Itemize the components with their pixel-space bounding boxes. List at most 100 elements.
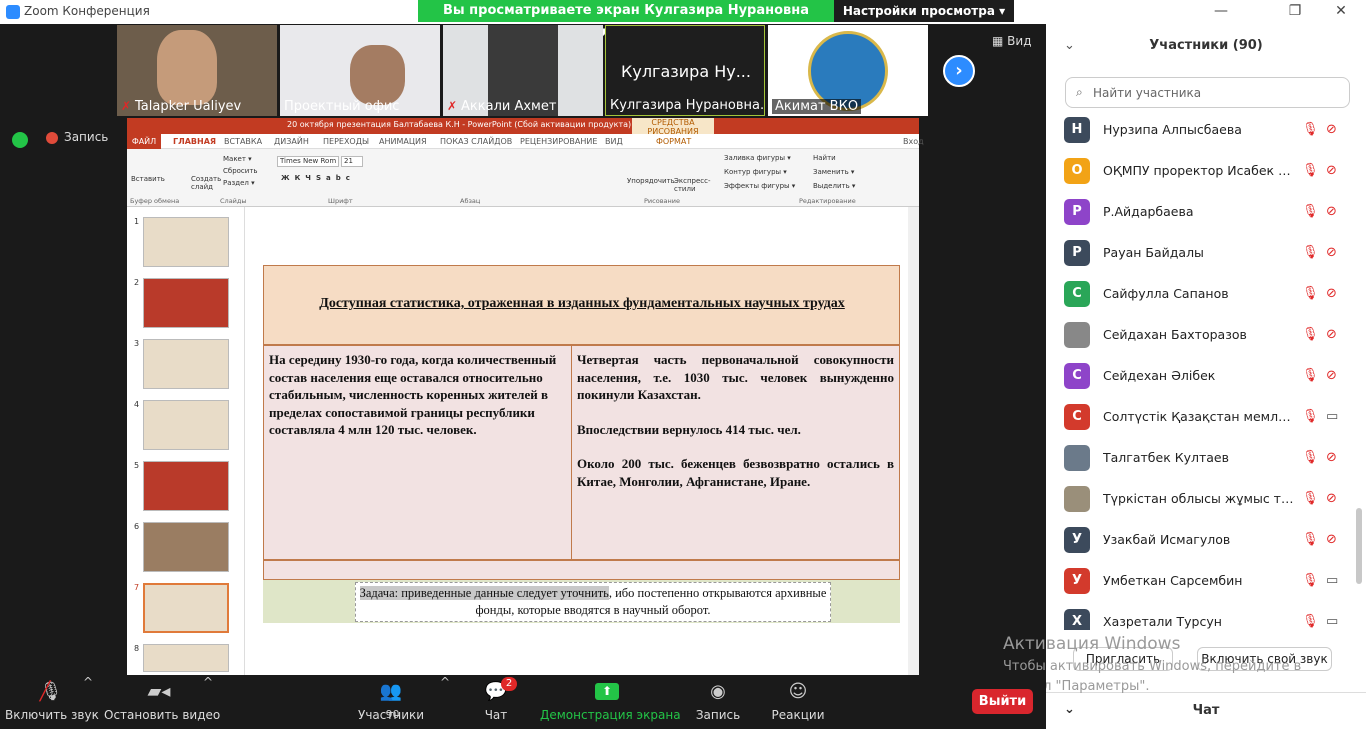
right-cell-para-1: Четвертая часть первоначальной совокупно…	[577, 352, 894, 402]
tab-insert: ВСТАВКА	[224, 137, 263, 146]
mic-muted-icon: 🎙	[1302, 327, 1319, 342]
participants-button[interactable]: 👥90 Участники	[358, 675, 424, 729]
slide-number: 6	[134, 522, 140, 531]
participants-caret-icon[interactable]: ^	[437, 669, 453, 723]
ppt-ribbon: Вставить Создать слайд Макет ▾ Сбросить …	[127, 149, 919, 207]
view-label: Вид	[1007, 34, 1032, 48]
camera-off-icon: ⊘	[1326, 368, 1337, 383]
view-settings-button[interactable]: Настройки просмотра ▾	[834, 0, 1014, 22]
avatar	[1064, 322, 1090, 348]
next-page-arrow-icon[interactable]: ›	[943, 55, 975, 87]
participant-name: Түркістан облысы жұмыс тобы	[1103, 491, 1298, 506]
chat-button[interactable]: 💬 2 Чат	[476, 675, 517, 729]
participant-name: Аккали Ахмет	[461, 99, 557, 114]
participant-row[interactable]: С Сейдехан Әлібек 🎙 ⊘	[1046, 356, 1356, 397]
slide-number: 8	[134, 644, 140, 653]
mic-muted-icon: 🎙	[1302, 286, 1319, 301]
slide-title-block: Доступная статистика, отраженная в издан…	[263, 265, 900, 345]
slide-scrollbar	[908, 207, 919, 675]
login-link: Вход	[903, 137, 924, 146]
chat-section-header[interactable]: ⌄ Чат	[1046, 692, 1366, 729]
group-drawing: Рисование	[644, 197, 680, 205]
maximize-icon[interactable]: ❐	[1281, 2, 1309, 22]
participant-row[interactable]: С Солтүстік Қазақстан мемлекет... 🎙 ▭	[1046, 397, 1356, 438]
avatar: У	[1064, 527, 1090, 553]
shape-fill-label: Заливка фигуры ▾	[724, 154, 791, 162]
video-thumb-4-active[interactable]: Кулгазира Ну... Кулгазира Нурановна...	[605, 25, 765, 116]
slide-thumb-2	[143, 278, 229, 328]
participant-row[interactable]: У Узакбай Исмагулов 🎙 ⊘	[1046, 520, 1356, 561]
participant-row[interactable]: Р Р.Айдарбаева 🎙 ⊘	[1046, 192, 1356, 233]
camera-icon: ▭	[1326, 409, 1339, 424]
stop-video-button[interactable]: ▰◂ Остановить видео	[104, 675, 221, 729]
mic-muted-icon: 🎙	[1302, 368, 1319, 383]
participants-label: Участники	[358, 708, 425, 722]
participant-search-input[interactable]: ⌕ Найти участника	[1065, 77, 1350, 108]
video-thumb-3[interactable]: ✗ Аккали Ахмет	[443, 25, 603, 116]
close-icon[interactable]: ✕	[1327, 2, 1355, 22]
camera-off-icon: ⊘	[1326, 163, 1337, 178]
reactions-button[interactable]: ☺ Реакции	[768, 675, 828, 729]
record-button[interactable]: ◉ Запись	[693, 675, 743, 729]
quick-styles-label: Экспресс-стили	[674, 177, 711, 193]
mic-muted-icon: ✗	[447, 99, 458, 113]
shape-effects-label: Эффекты фигуры ▾	[724, 182, 796, 190]
record-icon: ◉	[710, 681, 726, 702]
participant-name: Солтүстік Қазақстан мемлекет...	[1103, 409, 1298, 424]
ppt-ribbon-tabs: ФАЙЛ ГЛАВНАЯ ВСТАВКА ДИЗАЙН ПЕРЕХОДЫ АНИ…	[127, 134, 924, 149]
leave-meeting-button[interactable]: Выйти	[972, 689, 1033, 714]
slide-task-textbox: Задача: приведенные данные следует уточн…	[355, 582, 831, 622]
activation-line-1: Чтобы активировать Windows, перейдите в	[1003, 659, 1302, 674]
tab-slideshow: ПОКАЗ СЛАЙДОВ	[440, 137, 513, 146]
zoom-logo-icon	[6, 5, 20, 19]
video-thumb-1[interactable]: ✗ Talapker Ualiyev	[117, 25, 277, 116]
share-screen-button[interactable]: ⬆ Демонстрация экрана	[540, 675, 681, 729]
participant-name: Талгатбек Култаев	[1103, 450, 1229, 465]
section-label: Раздел ▾	[223, 179, 255, 187]
mic-muted-icon: 🎙	[1302, 204, 1319, 219]
slide-thumb-8	[143, 644, 229, 672]
video-label: Остановить видео	[104, 708, 221, 722]
participant-list-scrollbar[interactable]	[1356, 508, 1362, 584]
minimize-icon[interactable]: —	[1207, 2, 1235, 22]
video-thumb-2[interactable]: Проектный офис	[280, 25, 440, 116]
mic-muted-icon: 🎙	[1302, 532, 1319, 547]
meeting-toolbar: 🎙 ╱ Включить звук ^ ▰◂ Остановить видео ^…	[0, 675, 1046, 729]
tab-review: РЕЦЕНЗИРОВАНИЕ	[520, 137, 598, 146]
participant-row[interactable]: Н Нурзипа Алпысбаева 🎙 ⊘	[1046, 110, 1356, 151]
participant-row[interactable]: Түркістан облысы жұмыс тобы 🎙 ⊘	[1046, 479, 1356, 520]
view-button[interactable]: ▦ Вид	[992, 34, 1031, 48]
participants-panel: ⌄ Участники (90) ⌕ Найти участника Н Нурз…	[1046, 24, 1366, 729]
activation-line-2: раздел "Параметры".	[1003, 679, 1150, 694]
recording-indicator[interactable]: Запись	[8, 130, 108, 144]
participant-row[interactable]: Р Рауан Байдалы 🎙 ⊘	[1046, 233, 1356, 274]
audio-options-caret-icon[interactable]: ^	[80, 669, 96, 723]
participant-row[interactable]: Талгатбек Култаев 🎙 ⊘	[1046, 438, 1356, 479]
right-cell-para-2: Впоследствии вернулось 414 тыс. чел.	[577, 421, 801, 437]
record-button-label: Запись	[695, 708, 741, 722]
avatar: С	[1064, 404, 1090, 430]
slide-thumbnails-pane: 1 2 3 4 5 6 7 8	[127, 207, 245, 675]
slide-number: 4	[134, 400, 140, 409]
tab-home: ГЛАВНАЯ	[173, 137, 217, 146]
slide-title: Доступная статистика, отраженная в издан…	[319, 296, 845, 311]
slide-left-cell: На середину 1930-го года, когда количест…	[263, 345, 572, 560]
tab-format: ФОРМАТ	[656, 137, 692, 146]
participant-row[interactable]: О ОҚМПУ проректор Исабек Бар... 🎙 ⊘	[1046, 151, 1356, 192]
mic-muted-icon: ✗	[121, 99, 132, 113]
participant-row[interactable]: Сейдахан Бахторазов 🎙 ⊘	[1046, 315, 1356, 356]
participants-title: Участники (90)	[1149, 38, 1263, 53]
slide-thumb-3	[143, 339, 229, 389]
participant-row[interactable]: С Сайфулла Сапанов 🎙 ⊘	[1046, 274, 1356, 315]
video-thumb-5[interactable]: Акимат ВКО	[768, 25, 928, 116]
video-options-caret-icon[interactable]: ^	[200, 669, 216, 723]
slide-number: 7	[134, 583, 140, 592]
tab-file: ФАЙЛ	[127, 134, 161, 149]
share-label: Демонстрация экрана	[540, 708, 681, 722]
mic-muted-icon: 🎙	[1302, 450, 1319, 465]
avatar: О	[1064, 158, 1090, 184]
participant-row[interactable]: У Умбеткан Сарсембин 🎙 ▭	[1046, 561, 1356, 602]
participant-row[interactable]: Х Хазретали Турсун 🎙 ▭	[1046, 602, 1356, 630]
participant-name: Проектный офис	[284, 99, 400, 114]
mic-muted-icon: 🎙	[1302, 245, 1319, 260]
